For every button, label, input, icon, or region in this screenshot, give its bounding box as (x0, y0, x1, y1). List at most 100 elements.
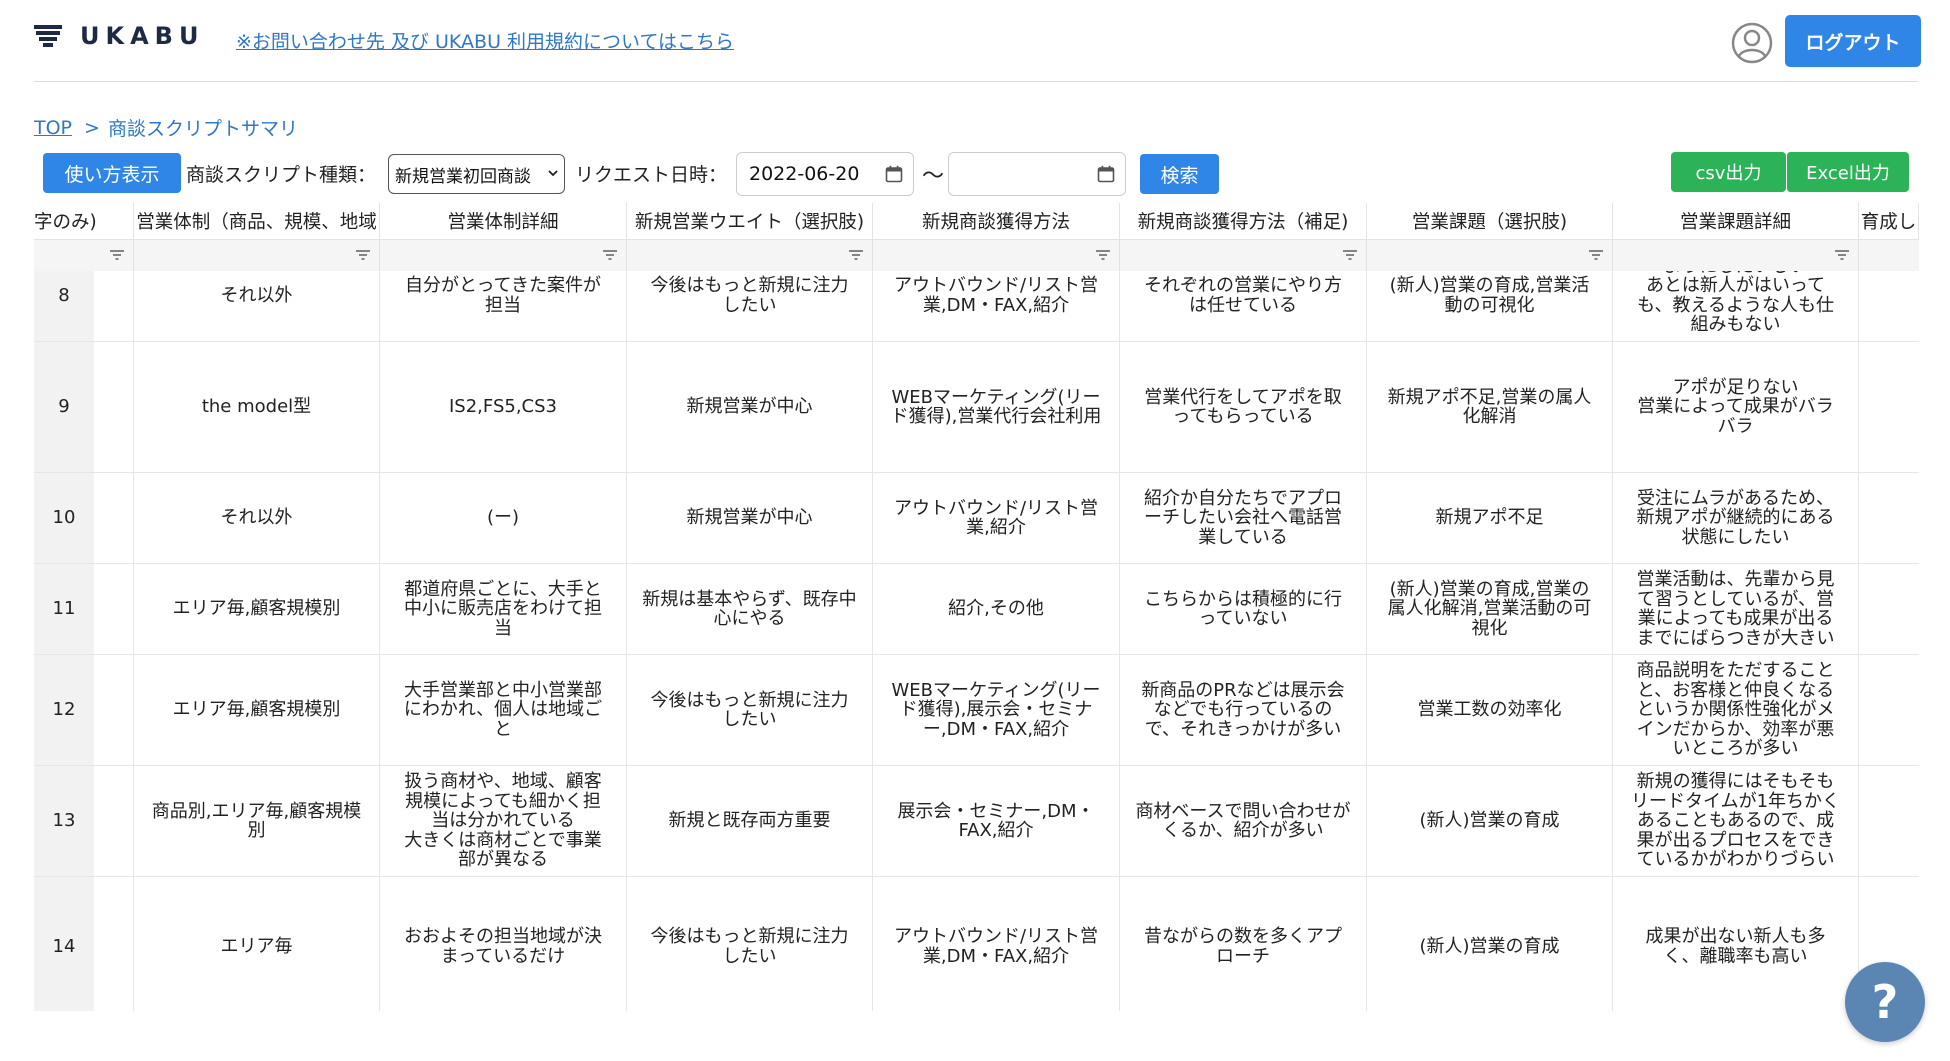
table-cell[interactable] (1859, 655, 1919, 765)
table-cell[interactable]: (新人)営業の育成,営業の 属人化解消,営業活動の可 視化 (1367, 564, 1613, 654)
column-header[interactable]: 新規営業ウエイト（選択肢) (627, 203, 873, 239)
table-cell[interactable] (1859, 271, 1919, 341)
table-cell[interactable]: the model型 (134, 342, 380, 472)
table-row[interactable]: 9 the model型 IS2,FS5,CS3 新規営業が中心 WEBマーケティング(… (34, 342, 1919, 473)
excel-export-button[interactable]: Excel出力 (1786, 152, 1909, 192)
terms-contact-link[interactable]: ※お問い合わせ先 及び UKABU 利用規約についてはこちら (236, 27, 734, 54)
table-cell[interactable]: アウトバウンド/リスト営 業,紹介 (873, 473, 1120, 563)
table-cell[interactable]: 自分がとってきた案件が 担当 (380, 271, 627, 341)
table-cell[interactable]: 営業代行をしてアポを取 ってもらっている (1120, 342, 1367, 472)
table-cell[interactable]: 昔ながらの数を多くアプ ローチ (1120, 877, 1367, 1011)
table-cell[interactable]: アポが足りない 営業によって成果がバラ バラ (1613, 342, 1859, 472)
table-cell[interactable]: 扱う商材や、地域、顧客 規模によっても細かく担 当は分かれている 大きくは商材ごとで事… (380, 766, 627, 876)
calendar-icon[interactable] (1097, 165, 1115, 183)
table-cell[interactable]: 商品説明をただすること と、お客様と仲良くなる というか関係性強化がメ インだからか、… (1613, 655, 1859, 765)
table-cell[interactable]: 新規は基本やらず、既存中 心にやる (627, 564, 873, 654)
table-cell[interactable]: 今後はもっと新規に注力 したい (627, 877, 873, 1011)
table-cell[interactable]: 営業活動は、先輩から見 て習うとしているが、営 業によっても成果が出る までにばらつき… (1613, 564, 1859, 654)
table-cell[interactable]: WEBマーケティング(リー ド獲得),展示会・セミナ ー,DM・FAX,紹介 (873, 655, 1120, 765)
table-cell[interactable] (1859, 473, 1919, 563)
usage-guide-button[interactable]: 使い方表示 (43, 153, 181, 193)
table-cell[interactable]: こちらからは積極的に行 っていない (1120, 564, 1367, 654)
cell-text-line: 新規と既存両方重要 (668, 810, 831, 832)
table-row[interactable]: 10 それ以外 (ー) 新規営業が中心 アウトバウンド/リスト営 業,紹介 紹介か自分たちで… (34, 473, 1919, 564)
filter-icon[interactable] (848, 249, 864, 262)
table-cell[interactable]: アウトバウンド/リスト営 業,DM・FAX,紹介 (873, 271, 1120, 341)
table-row[interactable]: 12 エリア毎,顧客規模別 大手営業部と中小営業部 にわかれ、個人は地域ごと今後はもっ… (34, 655, 1919, 766)
table-cell[interactable]: それ以外 (134, 271, 380, 341)
calendar-icon[interactable] (885, 165, 903, 183)
table-cell[interactable] (1859, 564, 1919, 654)
table-cell[interactable]: 新規アポ不足,営業の属人 化解消 (1367, 342, 1613, 472)
table-cell[interactable]: WEBマーケティング(リー ド獲得),営業代行会社利用 (873, 342, 1120, 472)
table-cell[interactable]: エリア毎 (134, 877, 380, 1011)
help-button[interactable]: ? (1845, 962, 1925, 1042)
breadcrumb-top-link[interactable]: TOP (34, 117, 72, 139)
cell-text-line: 新規営業が中心 (686, 507, 813, 529)
table-cell[interactable] (1859, 342, 1919, 472)
filter-icon[interactable] (355, 249, 371, 262)
filter-icon[interactable] (1834, 249, 1850, 262)
table-cell[interactable]: ようにしたいしいあとは新人がはいっても、教えるような人も仕組みもない (1613, 271, 1859, 341)
table-cell[interactable]: 新商品のPRなどは展示会 などでも行っているの で、それきっかけが多い (1120, 655, 1367, 765)
table-row[interactable]: 8 それ以外 自分がとってきた案件が 担当 今後はもっと新規に注力 したい アウトバウンド/… (34, 271, 1919, 342)
column-header[interactable]: 営業体制詳細 (380, 203, 627, 239)
table-cell[interactable]: 商材ベースで問い合わせが くるか、紹介が多い (1120, 766, 1367, 876)
ukabu-logo[interactable]: UKABU (34, 22, 204, 50)
table-cell[interactable]: それ以外 (134, 473, 380, 563)
cell-text-line: (新人)営業の育成 (1419, 810, 1560, 832)
table-cell[interactable]: それぞれの営業にやり方 は任せている (1120, 271, 1367, 341)
table-row[interactable]: 11 エリア毎,顧客規模別 都道府県ごとに、大手と 中小に販売店をわけて担当新規は基本… (34, 564, 1919, 655)
table-cell[interactable]: エリア毎,顧客規模別 (134, 655, 380, 765)
table-row[interactable]: 13 商品別,エリア毎,顧客規模別扱う商材や、地域、顧客 規模によっても細かく担 当は… (34, 766, 1919, 877)
cell-text-line: て習うとしているが、営 (1636, 588, 1835, 610)
table-cell[interactable]: (新人)営業の育成 (1367, 877, 1613, 1011)
table-cell[interactable]: 新規営業が中心 (627, 473, 873, 563)
table-cell[interactable]: 成果が出ない新人も多 く、離職率も高い (1613, 877, 1859, 1011)
table-cell[interactable]: 営業工数の効率化 (1367, 655, 1613, 765)
table-cell[interactable]: 紹介,その他 (873, 564, 1120, 654)
filter-icon[interactable] (109, 249, 125, 262)
date-from-input[interactable]: 2022-06-20 (736, 152, 914, 196)
table-cell[interactable]: (ー) (380, 473, 627, 563)
table-cell[interactable]: 大手営業部と中小営業部 にわかれ、個人は地域ごと (380, 655, 627, 765)
table-cell[interactable]: (新人)営業の育成 (1367, 766, 1613, 876)
table-cell[interactable]: (新人)営業の育成,営業活 動の可視化 (1367, 271, 1613, 341)
table-cell[interactable]: 紹介か自分たちでアプロ ーチしたい会社へ電話営 業している (1120, 473, 1367, 563)
user-avatar-icon[interactable] (1731, 22, 1773, 64)
table-cell[interactable]: 新規アポ不足 (1367, 473, 1613, 563)
table-cell[interactable]: アウトバウンド/リスト営 業,DM・FAX,紹介 (873, 877, 1120, 1011)
column-header[interactable]: 育成し (1859, 203, 1919, 239)
table-cell[interactable]: 新規の獲得にはそもそも リードタイムが1年ちかく あることもあるので、成 果が出るプロ… (1613, 766, 1859, 876)
column-header[interactable]: 字のみ) (34, 203, 134, 239)
csv-export-button[interactable]: csv出力 (1671, 152, 1786, 192)
table-cell[interactable]: おおよその担当地域が決 まっているだけ (380, 877, 627, 1011)
table-cell[interactable]: 今後はもっと新規に注力 したい (627, 655, 873, 765)
table-row[interactable]: 14 エリア毎 おおよその担当地域が決 まっているだけ 今後はもっと新規に注力 したい アウ… (34, 877, 1919, 1011)
table-cell[interactable]: 新規と既存両方重要 (627, 766, 873, 876)
search-button[interactable]: 検索 (1140, 154, 1219, 194)
filter-icon[interactable] (1095, 249, 1111, 262)
table-cell[interactable] (1859, 766, 1919, 876)
logout-button[interactable]: ログアウト (1785, 15, 1921, 67)
cell-text-line: FAX,紹介 (958, 820, 1034, 841)
column-header[interactable]: 営業体制（商品、規模、地域 (134, 203, 380, 239)
table-cell[interactable]: IS2,FS5,CS3 (380, 342, 627, 472)
column-header[interactable]: 新規商談獲得方法 (873, 203, 1120, 239)
table-cell[interactable]: 今後はもっと新規に注力 したい (627, 271, 873, 341)
column-header[interactable]: 営業課題詳細 (1613, 203, 1859, 239)
table-cell[interactable]: 展示会・セミナー,DM・ FAX,紹介 (873, 766, 1120, 876)
table-cell[interactable]: エリア毎,顧客規模別 (134, 564, 380, 654)
table-cell[interactable]: 受注にムラがあるため、 新規アポが継続的にある 状態にしたい (1613, 473, 1859, 563)
date-to-input[interactable] (948, 152, 1126, 196)
filter-icon[interactable] (1588, 249, 1604, 262)
grid-body[interactable]: 8 それ以外 自分がとってきた案件が 担当 今後はもっと新規に注力 したい アウトバウンド/… (34, 271, 1919, 1011)
table-cell[interactable]: 都道府県ごとに、大手と 中小に販売店をわけて担当 (380, 564, 627, 654)
script-type-select[interactable]: 新規営業初回商談 (388, 154, 565, 194)
filter-icon[interactable] (1342, 249, 1358, 262)
filter-icon[interactable] (602, 249, 618, 262)
table-cell[interactable]: 新規営業が中心 (627, 342, 873, 472)
table-cell[interactable]: 商品別,エリア毎,顧客規模別 (134, 766, 380, 876)
column-header[interactable]: 営業課題（選択肢) (1367, 203, 1613, 239)
column-header[interactable]: 新規商談獲得方法（補足) (1120, 203, 1367, 239)
